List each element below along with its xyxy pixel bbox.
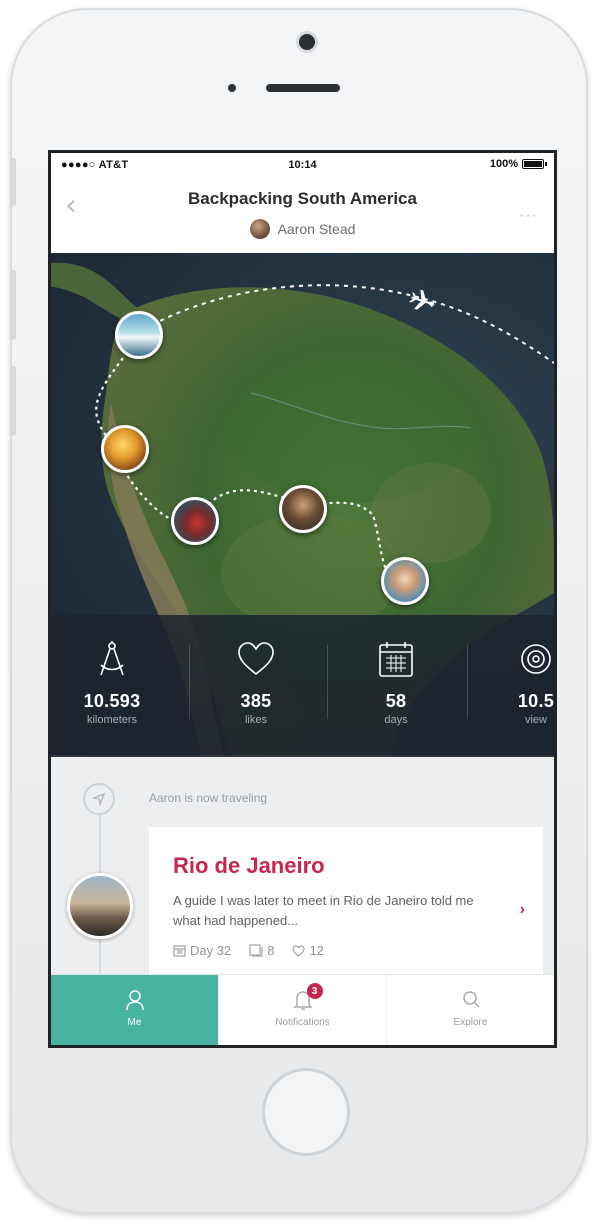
volume-up-button: [10, 270, 16, 340]
volume-down-button: [10, 366, 16, 436]
stat-divider: [189, 645, 190, 719]
stat-divider: [327, 645, 328, 719]
entry-title[interactable]: Rio de Janeiro: [173, 853, 325, 879]
front-camera: [299, 34, 315, 50]
stat-divider: [467, 645, 468, 719]
battery-percent: 100%: [489, 158, 518, 170]
search-icon: [462, 991, 480, 1008]
battery-icon: [522, 159, 547, 169]
heart-icon: [292, 944, 306, 957]
map-pin-photo[interactable]: [279, 485, 327, 533]
compass-icon: [57, 637, 167, 681]
stat-label: kilometers: [86, 714, 138, 726]
stat-value: 58: [385, 691, 407, 711]
calendar-icon: [341, 637, 451, 681]
mute-switch: [10, 158, 16, 206]
trip-title: Backpacking South America: [188, 189, 417, 208]
tab-label: Me: [127, 1017, 142, 1028]
entry-likes[interactable]: 12: [292, 943, 324, 958]
stat-value: 10.5: [517, 691, 555, 711]
entry-excerpt: A guide I was later to meet in Rio de Ja…: [173, 893, 474, 928]
proximity-sensor: [228, 84, 236, 92]
tab-explore[interactable]: Explore: [386, 975, 554, 1045]
tab-notifications[interactable]: 3 Notifications: [218, 975, 386, 1045]
calendar-icon: [173, 945, 186, 957]
person-icon: [125, 990, 144, 1011]
map-pin-photo[interactable]: [101, 425, 149, 473]
tab-me[interactable]: Me: [51, 975, 218, 1045]
stat-label: likes: [244, 714, 267, 726]
tab-label: Notifications: [275, 1017, 330, 1028]
stat-likes: 385 likes: [201, 637, 311, 726]
clock: 10:14: [288, 159, 317, 171]
stat-value: 10.593: [83, 691, 141, 711]
entry-day: Day 32: [173, 943, 231, 958]
author-avatar[interactable]: [249, 219, 270, 239]
tab-bar: Me 3 Notifications Explore: [51, 974, 554, 1045]
stat-value: 385: [240, 691, 272, 711]
chevron-right-icon[interactable]: ›: [520, 901, 525, 919]
stat-views: 10.5 view: [481, 637, 555, 726]
entry-photos: 8: [249, 943, 274, 958]
photos-icon: [249, 944, 263, 957]
battery-indicator: 100%: [489, 158, 547, 170]
earpiece-speaker: [266, 84, 340, 92]
trip-feed: Aaron is now traveling Rio de Janeiro A …: [51, 757, 554, 997]
map-pin-photo[interactable]: [171, 497, 219, 545]
heart-icon: [201, 637, 311, 681]
entry-like-count: 12: [309, 943, 324, 958]
entry-thumbnail[interactable]: [67, 873, 133, 939]
map-pin-photo[interactable]: [381, 557, 429, 605]
author-name[interactable]: Aaron Stead: [278, 221, 356, 237]
app-screen: ●●●●○ AT&T 10:14 100% ‹ Backpacking Sout…: [48, 150, 557, 1048]
location-arrow-icon: [83, 783, 115, 815]
travel-status-text: Aaron is now traveling: [149, 791, 268, 805]
stat-label: view: [524, 714, 547, 726]
entry-meta: Day 32 8 12: [173, 943, 324, 958]
entry-photo-count: 8: [267, 943, 275, 958]
trip-stats: 10.593 kilometers 385 likes 58 days 10.5…: [51, 615, 554, 757]
tab-label: Explore: [453, 1017, 488, 1028]
trip-author[interactable]: Aaron Stead: [51, 219, 554, 239]
map-pin-photo[interactable]: [115, 311, 163, 359]
journal-entry-card[interactable]: Rio de Janeiro A guide I was later to me…: [149, 827, 543, 997]
stat-label: days: [384, 714, 408, 726]
stat-days: 58 days: [341, 637, 451, 726]
notification-badge: 3: [306, 983, 323, 999]
navigation-bar: ‹ Backpacking South America Aaron Stead …: [51, 177, 554, 253]
status-bar: ●●●●○ AT&T 10:14 100%: [51, 153, 554, 177]
stat-kilometers: 10.593 kilometers: [57, 637, 167, 726]
entry-day-label: Day 32: [190, 943, 232, 958]
more-options-icon[interactable]: ···: [519, 207, 538, 225]
home-button[interactable]: [262, 1068, 350, 1156]
eye-icon: [481, 637, 554, 681]
